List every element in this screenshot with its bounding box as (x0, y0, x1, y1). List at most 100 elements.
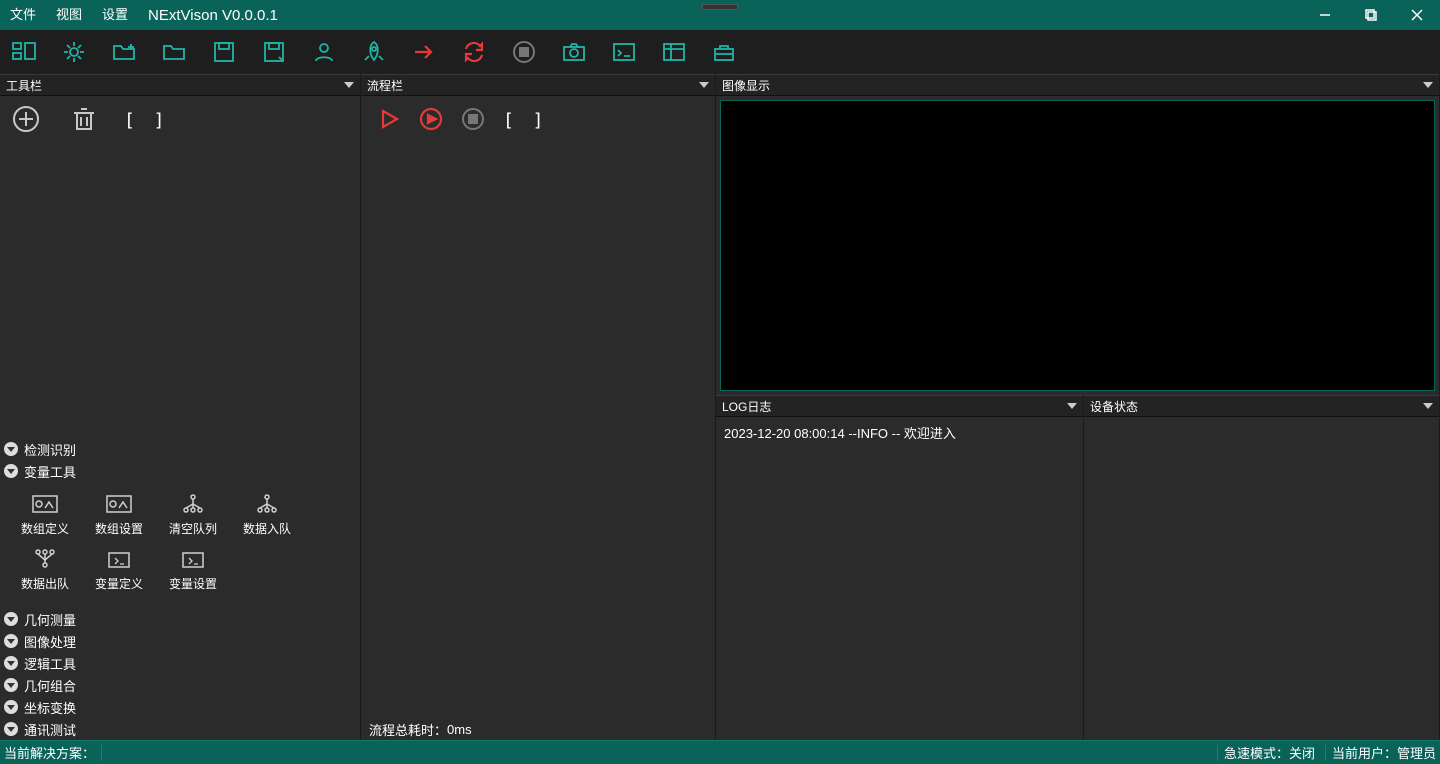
save-as-icon[interactable] (258, 36, 290, 68)
chevron-down-icon (4, 634, 18, 648)
category-comm-test[interactable]: 通讯测试 (0, 718, 360, 740)
camera-icon[interactable] (558, 36, 590, 68)
category-geometry-measure[interactable]: 几何测量 (0, 608, 360, 630)
log-body: 2023-12-20 08:00:14 --INFO -- 欢迎进入 (716, 417, 1083, 740)
tool-label: 变量定义 (95, 575, 143, 592)
toolbox-title: 工具栏 (6, 77, 42, 94)
main-toolbar (0, 30, 1440, 74)
image-canvas[interactable] (720, 100, 1435, 391)
category-label: 图像处理 (24, 632, 76, 651)
stop-icon[interactable] (508, 36, 540, 68)
statusbar: 当前解决方案： 急速模式： 关闭 当前用户： 管理员 (0, 740, 1440, 764)
tool-label: 清空队列 (169, 520, 217, 537)
title-drag-handle[interactable] (702, 4, 738, 10)
status-fastmode-value: 关闭 (1289, 743, 1315, 762)
chevron-down-icon (4, 678, 18, 692)
window-icon[interactable] (658, 36, 690, 68)
add-button[interactable] (12, 105, 40, 136)
dropdown-icon[interactable] (344, 82, 354, 88)
flow-brackets: [ ] (503, 110, 548, 131)
gear-icon[interactable] (58, 36, 90, 68)
dropdown-icon[interactable] (1067, 403, 1077, 409)
rocket-icon[interactable] (358, 36, 390, 68)
log-entry: 2023-12-20 08:00:14 --INFO -- 欢迎进入 (724, 423, 1075, 442)
image-display-header[interactable]: 图像显示 (716, 74, 1439, 96)
save-icon[interactable] (208, 36, 240, 68)
delete-button[interactable] (70, 105, 98, 136)
close-button[interactable] (1394, 0, 1440, 30)
tool-array-define[interactable]: 数组定义 (8, 492, 82, 537)
category-detection[interactable]: 检测识别 (0, 438, 360, 460)
device-header[interactable]: 设备状态 (1084, 395, 1439, 417)
menu-file[interactable]: 文件 (0, 0, 46, 30)
flow-canvas[interactable] (361, 144, 715, 718)
category-label: 检测识别 (24, 440, 76, 459)
category-geometry-combine[interactable]: 几何组合 (0, 674, 360, 696)
toolbox-icon[interactable] (708, 36, 740, 68)
category-label: 几何组合 (24, 676, 76, 695)
menu-view[interactable]: 视图 (46, 0, 92, 30)
category-label: 逻辑工具 (24, 654, 76, 673)
toolbox-brackets: [ ] (124, 110, 169, 131)
flow-header[interactable]: 流程栏 (361, 74, 715, 96)
menu-settings[interactable]: 设置 (92, 0, 138, 30)
device-status-panel: 设备状态 (1084, 395, 1440, 740)
image-display-panel: 图像显示 (716, 74, 1440, 395)
flow-footer: 流程总耗时： 0ms (361, 718, 715, 740)
tool-var-set[interactable]: 变量设置 (156, 547, 230, 592)
open-folder-icon[interactable] (158, 36, 190, 68)
toolbox-panel: 工具栏 [ ] 检测识别 变量工具 数组定义 数组设置 清空队列 数据入队 数据… (0, 74, 361, 740)
chevron-down-icon (4, 442, 18, 456)
device-title: 设备状态 (1090, 398, 1138, 415)
log-header[interactable]: LOG日志 (716, 395, 1083, 417)
log-title: LOG日志 (722, 398, 771, 415)
device-body (1084, 417, 1439, 740)
tool-label: 数组设置 (95, 520, 143, 537)
category-label: 坐标变换 (24, 698, 76, 717)
flow-time-value: 0ms (447, 722, 472, 737)
variable-tools-grid: 数组定义 数组设置 清空队列 数据入队 数据出队 变量定义 变量设置 (0, 482, 360, 608)
chevron-down-icon (4, 722, 18, 736)
new-folder-icon[interactable] (108, 36, 140, 68)
category-label: 变量工具 (24, 462, 76, 481)
tool-label: 数据出队 (21, 575, 69, 592)
category-label: 几何测量 (24, 610, 76, 629)
dropdown-icon[interactable] (1423, 403, 1433, 409)
tool-dequeue[interactable]: 数据出队 (8, 547, 82, 592)
app-title: NExtVison V0.0.0.1 (138, 7, 278, 24)
maximize-button[interactable] (1348, 0, 1394, 30)
titlebar: 文件 视图 设置 NExtVison V0.0.0.1 (0, 0, 1440, 30)
cycle-icon[interactable] (458, 36, 490, 68)
tool-var-define[interactable]: 变量定义 (82, 547, 156, 592)
layout-icon[interactable] (8, 36, 40, 68)
chevron-down-icon (4, 700, 18, 714)
dropdown-icon[interactable] (699, 82, 709, 88)
status-divider (101, 745, 102, 761)
status-user-value: 管理员 (1397, 743, 1436, 762)
user-icon[interactable] (308, 36, 340, 68)
tool-enqueue[interactable]: 数据入队 (230, 492, 304, 537)
status-divider (1217, 745, 1218, 761)
status-solution-label: 当前解决方案： (4, 743, 95, 762)
terminal-icon[interactable] (608, 36, 640, 68)
run-arrow-icon[interactable] (408, 36, 440, 68)
dropdown-icon[interactable] (1423, 82, 1433, 88)
toolbox-header[interactable]: 工具栏 (0, 74, 360, 96)
flow-play-button[interactable] (377, 107, 401, 134)
status-fastmode-label: 急速模式： (1224, 743, 1289, 762)
category-label: 通讯测试 (24, 720, 76, 739)
flow-stop-button[interactable] (461, 107, 485, 134)
tool-clear-queue[interactable]: 清空队列 (156, 492, 230, 537)
category-variable-tools[interactable]: 变量工具 (0, 460, 360, 482)
category-logic-tools[interactable]: 逻辑工具 (0, 652, 360, 674)
category-image-process[interactable]: 图像处理 (0, 630, 360, 652)
tool-label: 数据入队 (243, 520, 291, 537)
tool-label: 数组定义 (21, 520, 69, 537)
image-display-title: 图像显示 (722, 77, 770, 94)
tool-array-set[interactable]: 数组设置 (82, 492, 156, 537)
flow-loop-button[interactable] (419, 107, 443, 134)
minimize-button[interactable] (1302, 0, 1348, 30)
menu-bar: 文件 视图 设置 (0, 0, 138, 30)
chevron-down-icon (4, 612, 18, 626)
category-coord-transform[interactable]: 坐标变换 (0, 696, 360, 718)
